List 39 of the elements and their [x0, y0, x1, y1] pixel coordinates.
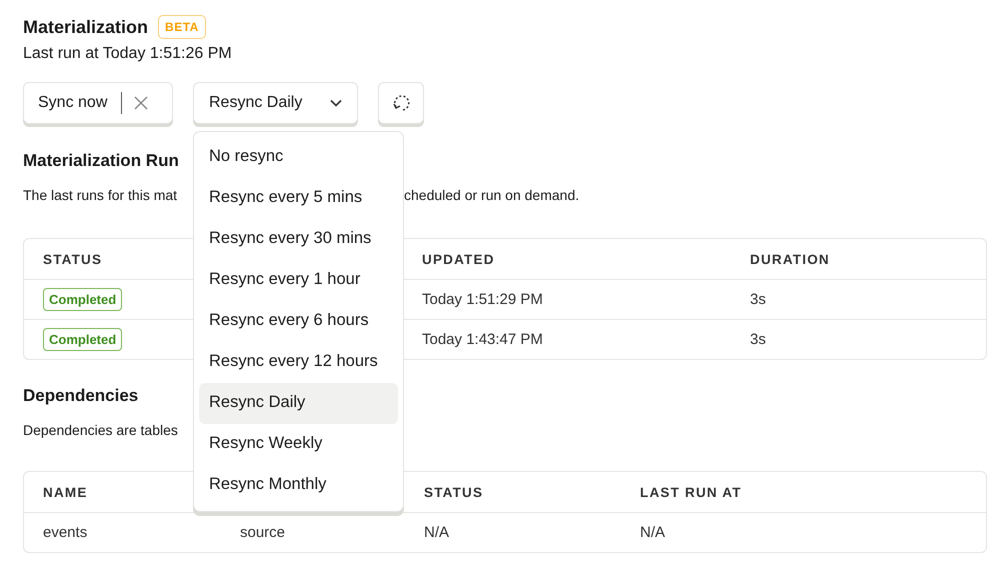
column-header: DURATION: [750, 252, 830, 266]
table-cell: source: [240, 524, 286, 541]
page-title: Materialization: [23, 16, 148, 38]
table-cell: N/A: [640, 524, 666, 541]
table-cell: events: [43, 524, 88, 541]
beta-badge: BETA: [158, 15, 206, 39]
menu-item[interactable]: Resync every 6 hours: [199, 301, 398, 342]
resync-dropdown[interactable]: Resync Daily: [193, 82, 358, 124]
description-text: Dependencies are tables: [23, 421, 178, 440]
column-header: LAST RUN AT: [640, 484, 742, 500]
status-badge: Completed: [43, 328, 122, 351]
menu-item[interactable]: Resync every 12 hours: [199, 342, 398, 383]
close-icon[interactable]: [134, 96, 148, 110]
column-header: STATUS: [43, 252, 102, 266]
menu-item[interactable]: Resync every 1 hour: [199, 260, 398, 301]
description-text: cheduled or run on demand.: [404, 186, 580, 205]
menu-item[interactable]: Resync Daily: [199, 383, 398, 424]
refresh-button[interactable]: [378, 82, 424, 124]
table-cell: Today 1:51:29 PM: [422, 291, 543, 308]
status-badge: Completed: [43, 288, 122, 311]
description-text: The last runs for this mat: [23, 187, 178, 203]
table-cell: 3s: [750, 331, 766, 348]
menu-item[interactable]: Resync every 30 mins: [199, 219, 398, 260]
sync-now-button[interactable]: Sync now: [23, 82, 173, 124]
menu-item[interactable]: Resync Monthly: [199, 465, 398, 506]
column-header: NAME: [43, 484, 88, 500]
section-title: Dependencies: [23, 386, 138, 405]
table-cell: 3s: [750, 291, 766, 308]
menu-item[interactable]: No resync: [199, 137, 398, 178]
menu-item[interactable]: Resync every 5 mins: [199, 178, 398, 219]
refresh-icon: [391, 93, 411, 113]
menu-item[interactable]: Resync Weekly: [199, 424, 398, 465]
column-header: UPDATED: [422, 252, 495, 266]
table-cell: N/A: [424, 524, 450, 541]
caret-icon: [330, 99, 342, 107]
table-cell: Today 1:43:47 PM: [422, 331, 543, 348]
column-header: STATUS: [424, 484, 484, 500]
last-run-text: Last run at Today 1:51:26 PM: [23, 45, 233, 64]
section-title: Materialization Run: [23, 151, 179, 170]
